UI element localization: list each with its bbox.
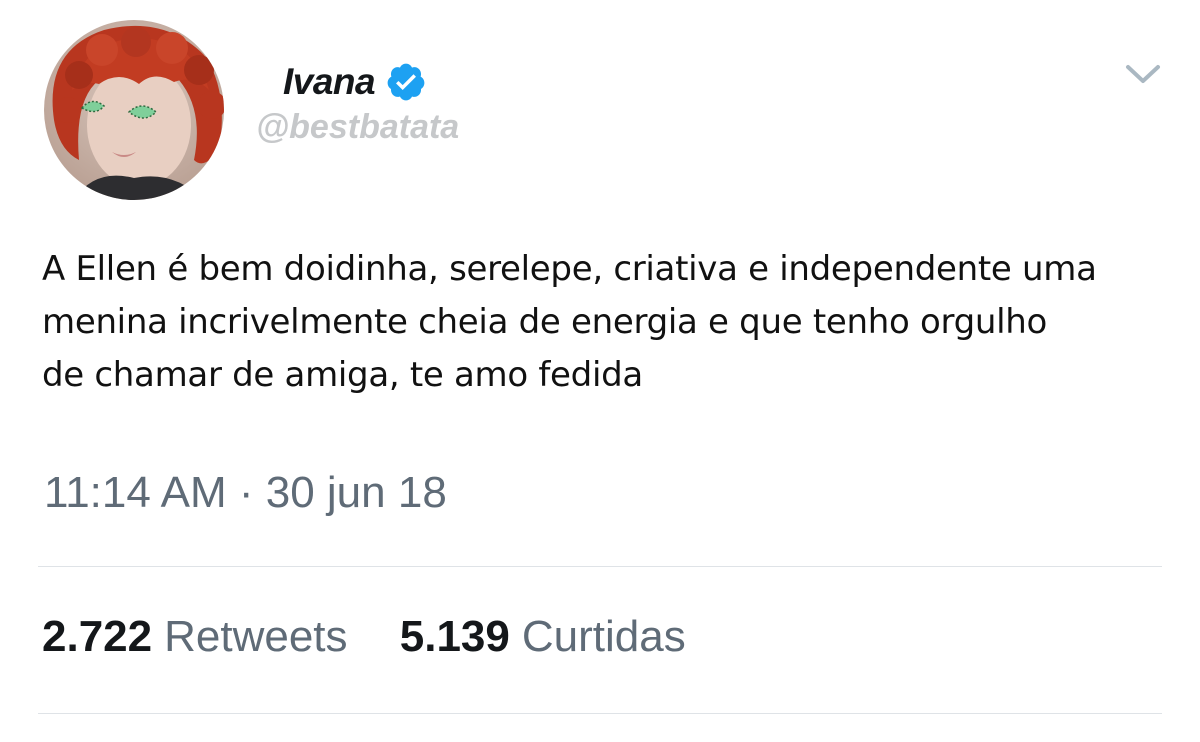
divider (38, 713, 1162, 714)
likes-stat[interactable]: 5.139 Curtidas (400, 612, 686, 662)
tweet-timestamp[interactable]: 11:14 AM · 30 jun 18 (44, 468, 447, 518)
chevron-down-icon[interactable] (1124, 62, 1162, 88)
username-handle[interactable]: @bestbatata (256, 108, 459, 147)
tweet-text: A Ellen é bem doidinha, serelepe, criati… (42, 243, 1162, 402)
author-name-row[interactable]: Ivana (283, 57, 427, 107)
tweet-stats: 2.722 Retweets 5.139 Curtidas (42, 612, 686, 662)
tweet-text-line: A Ellen é bem doidinha, serelepe, criati… (42, 249, 1097, 289)
retweets-label: Retweets (164, 612, 348, 661)
retweets-stat[interactable]: 2.722 Retweets (42, 612, 348, 662)
retweets-count: 2.722 (42, 612, 153, 661)
display-name[interactable]: Ivana (283, 61, 376, 103)
tweet-text-line: menina incrivelmente cheia de energia e … (42, 302, 1048, 342)
avatar[interactable] (44, 20, 224, 200)
tweet-card: Ivana @bestbatata A Ellen é bem doidinha… (0, 0, 1200, 742)
verified-badge-icon (387, 63, 425, 101)
likes-count: 5.139 (399, 612, 510, 661)
profile-photo (44, 20, 224, 200)
divider (38, 566, 1162, 567)
likes-label: Curtidas (521, 612, 686, 661)
tweet-text-line: de chamar de amiga, te amo fedida (42, 355, 643, 395)
